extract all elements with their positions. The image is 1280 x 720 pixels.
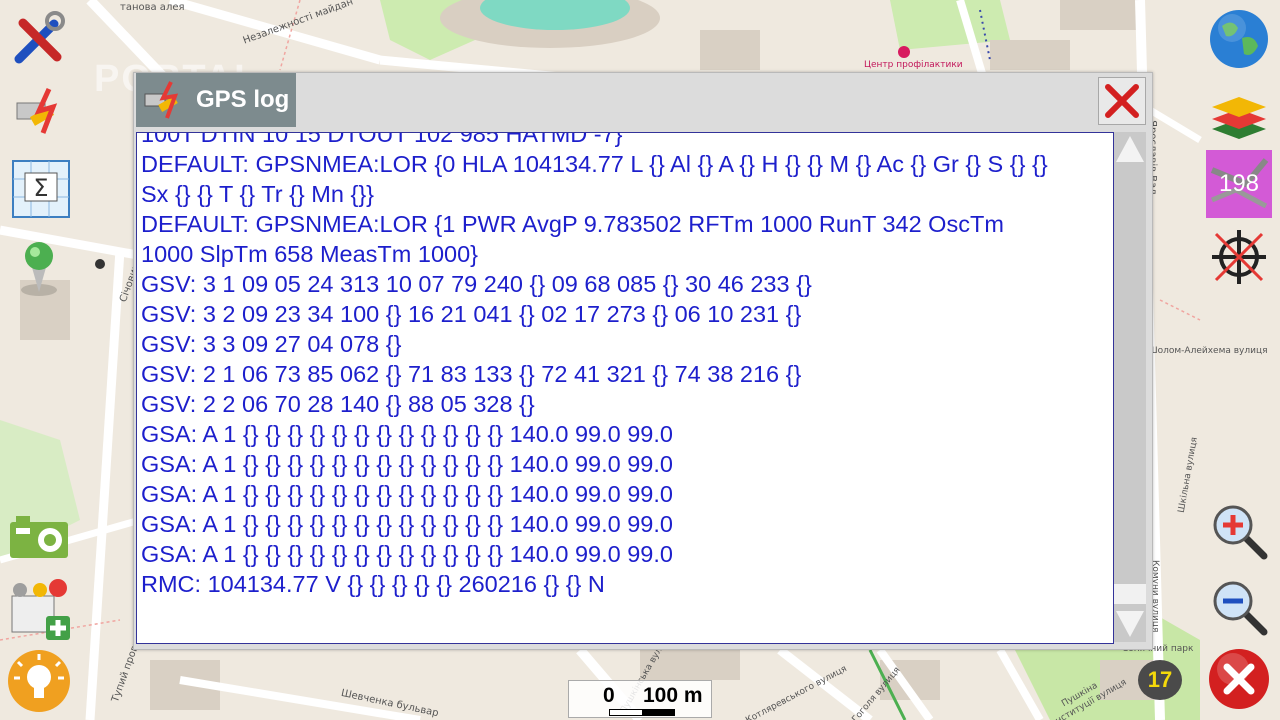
dialog-title: GPS log [196, 86, 290, 113]
zoom-in-button[interactable] [1206, 498, 1272, 564]
gps-log-text-area[interactable]: 100T DTIN 10 15 DTOUT 102 985 HATMD -7} D… [136, 132, 1114, 644]
scale-zero-label: 0 [603, 684, 615, 707]
satellite-icon [140, 77, 186, 123]
gps-center-button[interactable] [1206, 224, 1272, 290]
log-line: DEFAULT: GPSNMEA:LOR {1 PWR AvgP 9.78350… [141, 211, 1004, 237]
light-button[interactable] [6, 648, 72, 714]
scale-ruler [609, 709, 675, 716]
crosshair-off-icon [1212, 230, 1266, 284]
camera-icon [10, 516, 68, 558]
triangle-down-icon [1116, 611, 1144, 637]
zoom-in-icon [1213, 505, 1268, 560]
tracks-button[interactable]: 198 [1206, 150, 1272, 218]
scroll-down-button[interactable] [1114, 606, 1146, 642]
log-line: RMC: 104134.77 V {} {} {} {} {} 260216 {… [141, 571, 605, 597]
globe-icon [1210, 10, 1268, 68]
zoom-level-badge: 17 [1138, 660, 1182, 700]
log-line: GSA: A 1 {} {} {} {} {} {} {} {} {} {} {… [141, 481, 673, 507]
log-line: DEFAULT: GPSNMEA:LOR {0 HLA 104134.77 L … [141, 151, 1048, 177]
gps-log-content: 100T DTIN 10 15 DTOUT 102 985 HATMD -7} D… [137, 132, 1048, 599]
log-line: GSA: A 1 {} {} {} {} {} {} {} {} {} {} {… [141, 511, 673, 537]
zoom-out-icon [1213, 581, 1268, 636]
tools-button[interactable] [6, 6, 72, 72]
log-line: GSA: A 1 {} {} {} {} {} {} {} {} {} {} {… [141, 451, 673, 477]
log-line: GSV: 2 1 06 73 85 062 {} 71 83 133 {} 72… [141, 361, 802, 387]
lightbulb-icon [8, 650, 70, 712]
gps-log-dialog: GPS log 100T DTIN 10 15 DTOUT 102 985 HA… [133, 72, 1153, 650]
scroll-up-button[interactable] [1114, 132, 1146, 166]
tools-icon [14, 11, 65, 64]
log-scrollbar[interactable] [1114, 132, 1146, 642]
satellite-button[interactable] [6, 78, 72, 144]
log-line: Sx {} {} T {} Tr {} Mn {}} [141, 181, 375, 207]
add-points-icon [11, 579, 70, 640]
map-street-label: тановa алея [120, 2, 185, 13]
sigma-table-icon: Σ [12, 160, 70, 218]
dialog-title-tab: GPS log [136, 73, 296, 127]
dialog-close-button[interactable] [1098, 77, 1146, 125]
map-source-button[interactable] [1206, 6, 1272, 72]
exit-button[interactable] [1206, 646, 1272, 712]
zoom-out-button[interactable] [1206, 574, 1272, 640]
dialog-titlebar: GPS log [134, 73, 1152, 129]
log-line: GSV: 3 3 09 27 04 078 {} [141, 331, 402, 357]
layers-button[interactable] [1206, 80, 1272, 146]
waypoint-button[interactable] [6, 234, 72, 300]
log-line: GSA: A 1 {} {} {} {} {} {} {} {} {} {} {… [141, 421, 673, 447]
add-layer-button[interactable] [6, 574, 72, 640]
scroll-thumb[interactable] [1114, 584, 1146, 604]
satellite-icon [16, 87, 58, 134]
map-scale-bar: 0 100 m [568, 680, 712, 718]
layers-icon [1212, 97, 1266, 139]
map-poi-label: Центр профілактики [864, 60, 963, 70]
log-line: GSV: 2 2 06 70 28 140 {} 88 05 328 {} [141, 391, 535, 417]
close-icon [1105, 84, 1139, 118]
svg-text:Σ: Σ [33, 174, 48, 202]
left-toolbar: Σ [0, 0, 80, 720]
log-line: 100T DTIN 10 15 DTOUT 102 985 HATMD -7} [141, 132, 623, 147]
log-line: GSA: A 1 {} {} {} {} {} {} {} {} {} {} {… [141, 541, 673, 567]
log-line: GSV: 3 1 09 05 24 313 10 07 79 240 {} 09… [141, 271, 812, 297]
log-line: 1000 SlpTm 658 MeasTm 1000} [141, 241, 479, 267]
triangle-up-icon [1116, 136, 1144, 162]
camera-button[interactable] [6, 504, 72, 570]
close-circle-icon [1209, 649, 1269, 709]
tracks-count: 198 [1218, 170, 1260, 197]
right-toolbar: 198 [1200, 0, 1280, 720]
map-pin-icon [21, 242, 57, 296]
log-line: GSV: 3 2 09 23 34 100 {} 16 21 041 {} 02… [141, 301, 802, 327]
statistics-button[interactable]: Σ [8, 156, 74, 222]
scale-distance-label: 100 m [643, 684, 703, 707]
